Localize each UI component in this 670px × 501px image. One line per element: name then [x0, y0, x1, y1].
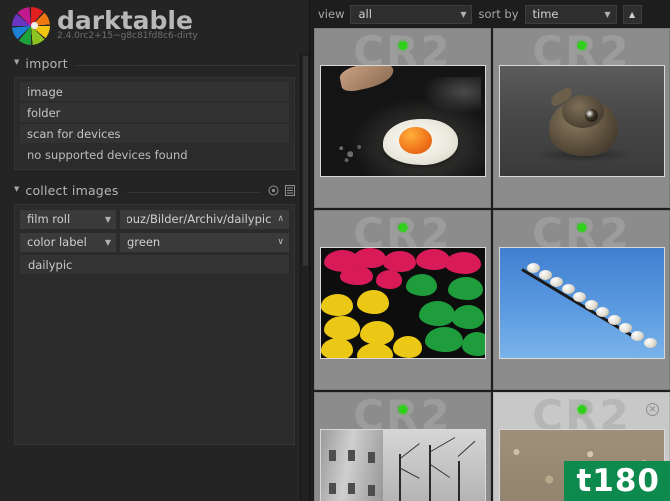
color-label-indicator	[577, 405, 586, 414]
sort-by-label: sort by	[478, 7, 519, 21]
history-icon[interactable]	[268, 185, 279, 196]
triangle-down-icon: ▼	[460, 9, 467, 19]
criteria-value-colorlabel[interactable]: green ∨	[120, 232, 289, 252]
triangle-down-icon: ▼	[14, 185, 20, 193]
darktable-window: darktable 2.4.0rc2+15~g8c81fd8c6-dirty ▼…	[0, 0, 670, 501]
criteria-value-filmroll[interactable]: ıouz/Bilder/Archiv/dailypic ∧	[120, 209, 289, 229]
header-rule	[126, 191, 260, 193]
sort-by-dropdown[interactable]: time ▼	[524, 4, 617, 24]
sort-by-value: time	[532, 7, 559, 21]
criteria-row: color label ▼ green ∨	[20, 232, 289, 252]
criteria-row: film roll ▼ ıouz/Bilder/Archiv/dailypic …	[20, 209, 289, 229]
thumbnail-image	[319, 65, 486, 177]
criteria-property-label: film roll	[27, 212, 71, 226]
lighttable-area: view all ▼ sort by time ▼ ▲ CR2 CR2 CR2 …	[310, 0, 670, 501]
color-label-indicator	[398, 405, 407, 414]
thumbnail-cell[interactable]: CR2	[493, 210, 670, 390]
thumbnail-grid: CR2 CR2 CR2 CR2 CR2 CR2 ✕	[310, 28, 670, 501]
color-label-indicator	[398, 41, 407, 50]
thumbnail-image	[319, 247, 486, 359]
triangle-down-icon: ▼	[104, 237, 111, 247]
collect-images-header[interactable]: ▼ collect images	[14, 179, 295, 201]
scrollbar-thumb[interactable]	[303, 56, 308, 266]
thumbnail-cell[interactable]: CR2	[314, 392, 491, 501]
collect-images-title: collect images	[25, 182, 119, 198]
app-version: 2.4.0rc2+15~g8c81fd8c6-dirty	[57, 31, 198, 41]
thumbnail-image	[498, 65, 665, 177]
sort-direction-button[interactable]: ▲	[622, 4, 642, 24]
view-filter-value: all	[358, 7, 372, 21]
import-module-header[interactable]: ▼ import	[14, 52, 295, 74]
import-module-body: image folder scan for devices no support…	[14, 77, 295, 170]
caret-up-icon: ∧	[277, 214, 284, 224]
brand-header: darktable 2.4.0rc2+15~g8c81fd8c6-dirty	[0, 0, 309, 52]
collect-results-list: dailypic	[20, 255, 289, 444]
triangle-down-icon: ▼	[604, 9, 611, 19]
thumbnail-cell[interactable]: CR2	[314, 210, 491, 390]
import-module-title: import	[25, 55, 68, 71]
thumbnail-cell[interactable]: CR2	[493, 28, 670, 208]
reject-icon[interactable]: ✕	[646, 403, 659, 416]
triangle-up-icon: ▲	[628, 9, 636, 19]
scan-for-devices-button[interactable]: scan for devices	[20, 124, 289, 143]
import-module: ▼ import image folder scan for devices n…	[0, 52, 309, 170]
triangle-down-icon: ▼	[14, 58, 20, 66]
thumbnail-cell[interactable]: CR2	[314, 28, 491, 208]
criteria-value-text: green	[127, 235, 161, 249]
collect-images-module: ▼ collect images film roll ▼ ıouz/Bilder…	[0, 179, 309, 445]
caret-down-icon: ∨	[277, 237, 284, 247]
left-panel-scrollbar[interactable]	[300, 52, 309, 501]
criteria-property-dropdown-2[interactable]: color label ▼	[20, 232, 116, 252]
color-label-indicator	[577, 223, 586, 232]
color-label-indicator	[398, 223, 407, 232]
import-folder-button[interactable]: folder	[20, 103, 289, 122]
list-item[interactable]: dailypic	[20, 255, 289, 274]
collect-criteria-body: film roll ▼ ıouz/Bilder/Archiv/dailypic …	[14, 204, 295, 445]
triangle-down-icon: ▼	[104, 214, 111, 224]
aperture-iris-icon	[12, 7, 50, 45]
watermark-text: t180	[576, 463, 660, 499]
criteria-property-dropdown[interactable]: film roll ▼	[20, 209, 116, 229]
view-filter-dropdown[interactable]: all ▼	[350, 4, 473, 24]
top-toolbar: view all ▼ sort by time ▼ ▲	[310, 0, 670, 28]
color-label-indicator	[577, 41, 586, 50]
thumbnail-image	[319, 429, 486, 501]
criteria-value-text: ıouz/Bilder/Archiv/dailypic	[127, 212, 272, 226]
left-panel: darktable 2.4.0rc2+15~g8c81fd8c6-dirty ▼…	[0, 0, 310, 501]
watermark-overlay: t180	[564, 461, 670, 501]
view-filter-label: view	[318, 7, 345, 21]
criteria-property-label: color label	[27, 235, 87, 249]
header-rule	[75, 64, 295, 66]
thumbnail-image	[498, 247, 665, 359]
no-devices-status: no supported devices found	[27, 147, 188, 162]
results-empty-area	[20, 274, 289, 444]
import-image-button[interactable]: image	[20, 82, 289, 101]
presets-menu-icon[interactable]	[284, 184, 295, 196]
